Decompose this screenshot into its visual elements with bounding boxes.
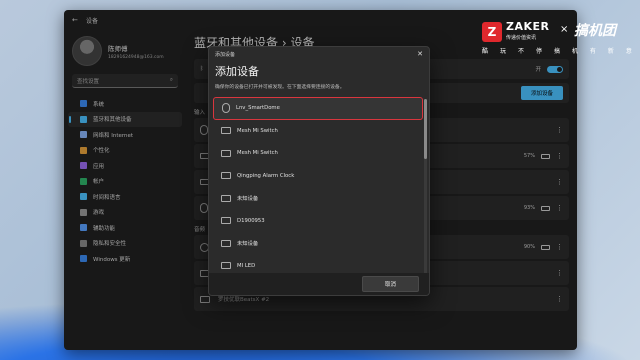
monitor-icon: [221, 149, 231, 157]
dialog-heading: 添加设备: [215, 65, 259, 78]
logo-slogan: 酷玩不停搞机有新意: [482, 46, 632, 55]
close-icon[interactable]: ✕: [417, 50, 423, 58]
device-discovery-list: Lnv_SmartDome Mesh Mi Switch Mesh Mi Switc…: [213, 97, 423, 275]
discovered-device-label: MI LED: [237, 262, 256, 269]
partner-logo: 搞机团: [574, 23, 616, 39]
discovered-device-label: Mesh Mi Switch: [237, 150, 278, 157]
discovered-device-label: 未知设备: [237, 241, 259, 248]
zaker-logo-text: ZAKER: [506, 20, 550, 33]
dialog-description: 确保你的设备已打开并可被发现。在下面选择要连接的设备。: [215, 85, 345, 90]
discovered-device-item[interactable]: 未知设备: [213, 187, 423, 210]
logo-times: ×: [560, 24, 569, 35]
mouse-icon: [222, 103, 230, 114]
slogan-char: 机: [571, 48, 578, 55]
monitor-icon: [221, 172, 231, 180]
discovered-device-item[interactable]: Lnv_SmartDome: [213, 97, 423, 120]
cancel-button[interactable]: 取消: [361, 276, 419, 292]
monitor-icon: [221, 194, 231, 202]
discovered-device-item[interactable]: D1900953: [213, 210, 423, 233]
discovered-device-item[interactable]: 未知设备: [213, 232, 423, 255]
slogan-char: 有: [589, 48, 596, 55]
dialog-footer: 取消: [209, 273, 429, 295]
slogan-char: 玩: [499, 48, 506, 55]
discovered-device-label: D1900953: [237, 217, 265, 224]
slogan-char: 停: [535, 48, 542, 55]
discovered-device-item[interactable]: Mesh Mi Switch: [213, 120, 423, 143]
zaker-logo-icon: Z: [482, 22, 502, 42]
slogan-char: 搞: [553, 48, 560, 55]
dialog-titlebar-text: 添加设备: [215, 51, 236, 58]
slogan-char: 意: [625, 48, 632, 55]
watermark-logo: Z ZAKER 传递价值资讯 × 搞机团 酷 玩 不 停 搞 机 有 新 意: [470, 12, 638, 56]
monitor-icon: [221, 217, 231, 225]
discovered-device-label: Qingping Alarm Clock: [237, 172, 295, 179]
discovered-device-item[interactable]: Mesh Mi Switch: [213, 142, 423, 165]
monitor-icon: [221, 127, 231, 135]
scrollbar-thumb[interactable]: [424, 99, 427, 159]
discovered-device-item[interactable]: MI LED: [213, 255, 423, 276]
slogan-char: 酷: [482, 48, 489, 55]
zaker-tagline: 传递价值资讯: [506, 35, 537, 41]
discovered-device-label: Mesh Mi Switch: [237, 127, 278, 134]
monitor-icon: [221, 262, 231, 270]
discovered-device-item[interactable]: Qingping Alarm Clock: [213, 165, 423, 188]
add-device-dialog: 添加设备 ✕ 添加设备 确保你的设备已打开并可被发现。在下面选择要连接的设备。 …: [208, 46, 430, 296]
slogan-char: 新: [607, 48, 614, 55]
monitor-icon: [221, 239, 231, 247]
discovered-device-label: Lnv_SmartDome: [236, 105, 280, 112]
slogan-char: 不: [517, 48, 524, 55]
discovered-device-label: 未知设备: [237, 196, 259, 203]
dialog-titlebar: 添加设备 ✕: [209, 47, 429, 61]
dialog-scrollbar[interactable]: [424, 99, 427, 274]
